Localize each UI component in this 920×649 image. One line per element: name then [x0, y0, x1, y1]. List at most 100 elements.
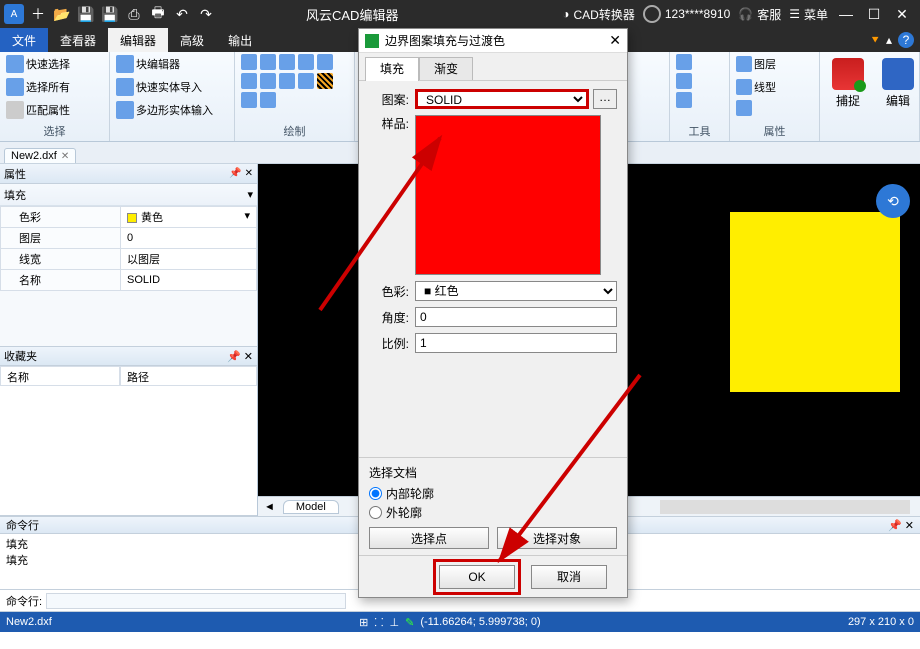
radio-inner[interactable]: 内部轮廓: [369, 485, 617, 502]
select-point-button[interactable]: 选择点: [369, 527, 489, 549]
fav-col-name: 名称: [0, 366, 120, 386]
tab-advanced[interactable]: 高级: [168, 28, 216, 52]
circle-icon[interactable]: [317, 54, 333, 70]
support-button[interactable]: 🎧 客服: [738, 6, 781, 23]
horizontal-scrollbar[interactable]: [660, 500, 910, 514]
status-grid-icon[interactable]: ⊞: [359, 616, 368, 629]
cmd-pin-icon[interactable]: 📌 ✕: [888, 519, 914, 532]
expand-icon[interactable]: ▴: [886, 33, 892, 47]
tool2-icon[interactable]: [676, 73, 692, 89]
block-icon: [116, 55, 134, 73]
dialog-tab-fill[interactable]: 填充: [365, 57, 419, 81]
view-badge-icon[interactable]: ⟲: [876, 184, 910, 218]
prop-row-color[interactable]: 色彩黄色▾: [1, 207, 257, 228]
maximize-icon[interactable]: ☐: [864, 4, 884, 24]
rect-icon[interactable]: [279, 54, 295, 70]
tool1-icon[interactable]: [676, 54, 692, 70]
ellipse-icon[interactable]: [241, 73, 257, 89]
select-object-button[interactable]: 选择对象: [497, 527, 617, 549]
fast-import[interactable]: 快速实体导入: [116, 77, 213, 97]
user-menu[interactable]: 123****8910: [643, 5, 730, 23]
prop-row-lineweight[interactable]: 线宽以图层: [1, 249, 257, 270]
poly-input[interactable]: 多边形实体输入: [116, 100, 213, 120]
minimize-icon[interactable]: —: [836, 4, 856, 24]
prop-row-layer[interactable]: 图层0: [1, 228, 257, 249]
polygon-icon[interactable]: [298, 54, 314, 70]
pattern-select[interactable]: SOLID: [415, 89, 589, 109]
status-polar-icon[interactable]: ✎: [405, 616, 414, 629]
command-input[interactable]: [46, 593, 346, 609]
import-icon: [116, 78, 134, 96]
fav-pin-icon[interactable]: 📌 ✕: [227, 350, 253, 363]
favorites-list[interactable]: [0, 386, 257, 516]
dialog-close-icon[interactable]: ✕: [609, 32, 621, 49]
group-draw-label: 绘制: [241, 123, 348, 141]
layer-btn[interactable]: 图层: [736, 54, 776, 74]
capture-icon: [832, 58, 864, 90]
text-icon[interactable]: [241, 92, 257, 108]
dialog-icon: [365, 34, 379, 48]
close-icon[interactable]: ✕: [892, 4, 912, 24]
line-icon[interactable]: [241, 54, 257, 70]
tool3-icon[interactable]: [676, 92, 692, 108]
angle-input[interactable]: [415, 307, 617, 327]
pdf-icon[interactable]: ⎙: [124, 4, 144, 24]
fill-category[interactable]: 填充: [4, 187, 26, 203]
capture-button[interactable]: 捕捉: [826, 54, 870, 109]
color-select[interactable]: ■ 红色: [415, 281, 617, 301]
block-editor[interactable]: 块编辑器: [116, 54, 213, 74]
pattern-browse-button[interactable]: …: [593, 89, 617, 109]
more-draw-icon[interactable]: [260, 92, 276, 108]
model-tab[interactable]: Model: [283, 500, 339, 514]
undo-icon[interactable]: ↶: [172, 4, 192, 24]
cad-converter-button[interactable]: ◑ CAD转换器: [562, 6, 635, 23]
doc-close-icon[interactable]: ✕: [61, 151, 69, 162]
spline-icon[interactable]: [279, 73, 295, 89]
dialog-tab-gradient[interactable]: 渐变: [419, 57, 473, 81]
open-icon[interactable]: 📂: [52, 4, 72, 24]
prop-row-name[interactable]: 名称SOLID: [1, 270, 257, 291]
group-edit-label: [116, 127, 228, 141]
match-attr[interactable]: 匹配属性: [6, 100, 70, 120]
status-snap-icon[interactable]: ⸬: [374, 615, 383, 630]
tab-output[interactable]: 输出: [216, 28, 264, 52]
quick-select[interactable]: 快速选择: [6, 54, 70, 74]
status-file: New2.dxf: [6, 616, 52, 628]
radio-outer[interactable]: 外轮廓: [369, 504, 617, 521]
document-tab[interactable]: New2.dxf✕: [4, 148, 76, 163]
hatch-dialog: 边界图案填充与过渡色 ✕ 填充 渐变 图案: SOLID … 样品: 色彩: ■…: [358, 28, 628, 598]
cancel-button[interactable]: 取消: [531, 565, 607, 589]
props-panel-title: 属性: [4, 166, 26, 182]
status-ortho-icon[interactable]: ⊥: [390, 616, 400, 629]
hatch-rectangle[interactable]: [730, 212, 900, 392]
save-as-icon[interactable]: 💾: [100, 4, 120, 24]
edit-button[interactable]: 编辑: [876, 54, 920, 109]
tab-scroll-left-icon[interactable]: ◄: [264, 501, 275, 513]
tab-editor[interactable]: 编辑器: [108, 28, 168, 52]
tab-viewer[interactable]: 查看器: [48, 28, 108, 52]
arc-icon[interactable]: [260, 54, 276, 70]
main-menu-button[interactable]: ☰ 菜单: [789, 6, 828, 23]
linetype-btn[interactable]: 线型: [736, 77, 776, 97]
donut-icon[interactable]: [260, 73, 276, 89]
point-icon[interactable]: [298, 73, 314, 89]
group-tools-label: 工具: [676, 123, 723, 141]
ok-button[interactable]: OK: [439, 565, 515, 589]
select-all[interactable]: 选择所有: [6, 77, 70, 97]
favorites-title: 收藏夹: [4, 348, 37, 364]
attr3-icon[interactable]: [736, 100, 752, 116]
status-size: 297 x 210 x 0: [848, 616, 914, 628]
group-select-label: 选择: [6, 123, 103, 141]
redo-icon[interactable]: ↷: [196, 4, 216, 24]
new-icon[interactable]: ＋: [28, 4, 48, 24]
ratio-input[interactable]: [415, 333, 617, 353]
edit-icon: [882, 58, 914, 90]
save-icon[interactable]: 💾: [76, 4, 96, 24]
help-icon[interactable]: ?: [898, 32, 914, 48]
poly-icon: [116, 101, 134, 119]
hatch-icon[interactable]: [317, 73, 333, 89]
print-icon[interactable]: 🖶: [148, 4, 168, 24]
tab-file[interactable]: 文件: [0, 28, 48, 52]
help-dropdown-icon[interactable]: ⯆: [870, 33, 880, 48]
pin-icon[interactable]: 📌 ✕: [229, 168, 253, 179]
